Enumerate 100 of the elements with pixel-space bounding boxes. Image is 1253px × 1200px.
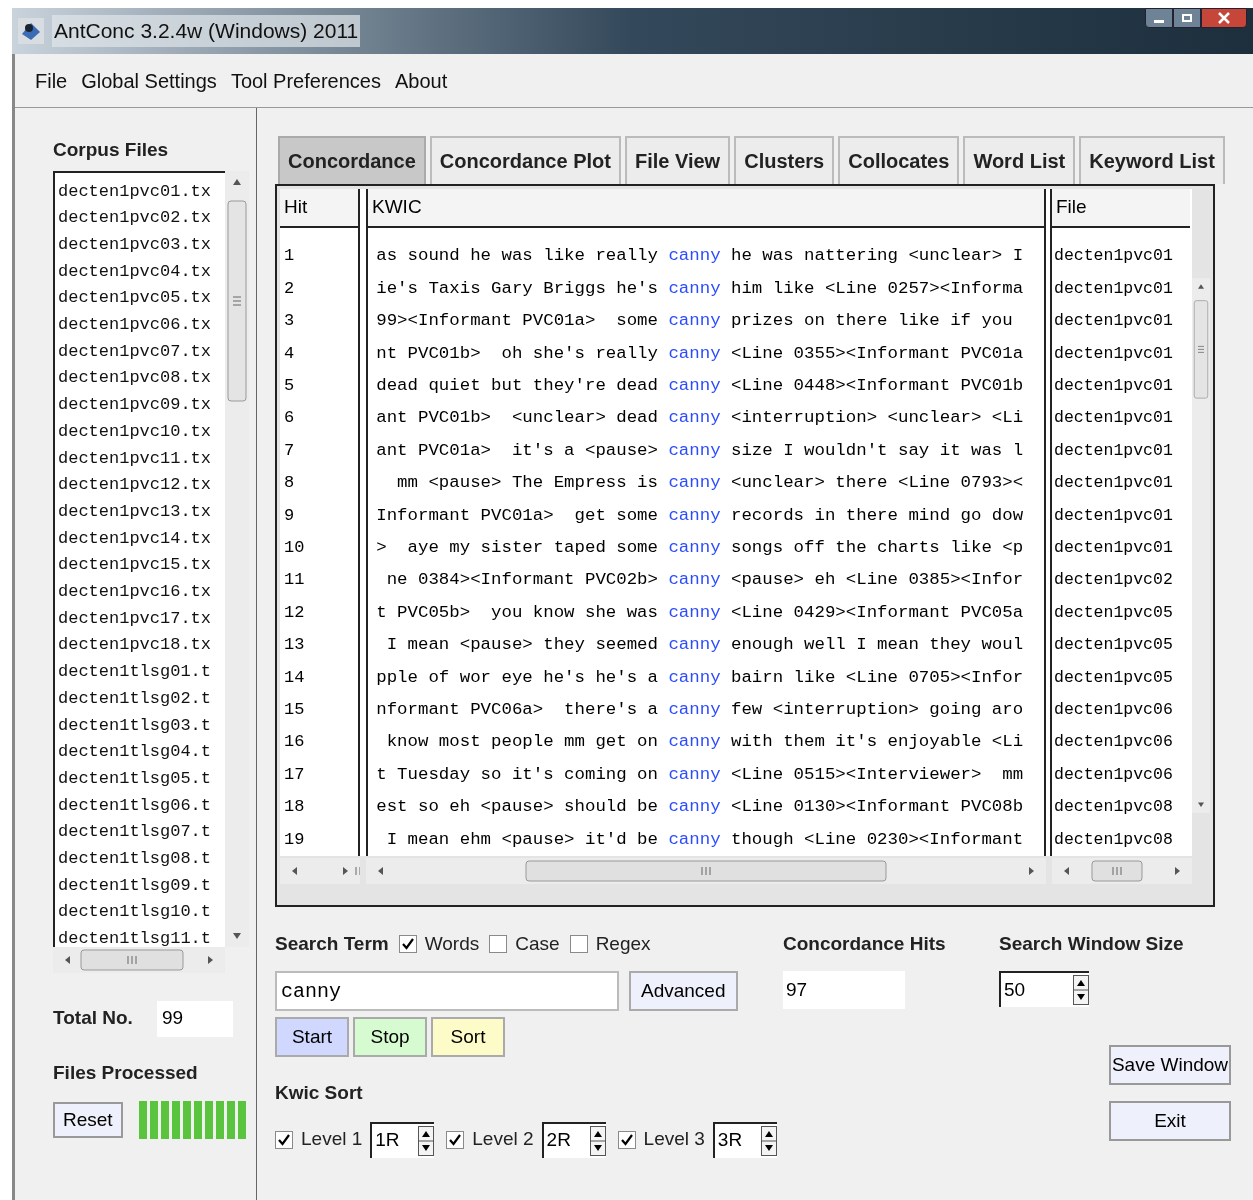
corpus-file-item[interactable]: decten1pvc15.tx: [58, 552, 225, 580]
column-header[interactable]: KWIC: [368, 189, 1044, 229]
corpus-file-item[interactable]: decten1pvc04.tx: [58, 258, 225, 286]
hit-number: 13: [283, 634, 306, 657]
corpus-file-item[interactable]: decten1tlsg10.t: [58, 899, 225, 927]
corpus-file-item[interactable]: decten1pvc11.tx: [58, 445, 225, 473]
corpus-file-item[interactable]: decten1pvc07.tx: [58, 338, 225, 366]
corpus-file-item[interactable]: decten1pvc02.tx: [58, 205, 225, 232]
close-button[interactable]: [1201, 8, 1247, 28]
sort-level-spinner[interactable]: 2R: [541, 1121, 606, 1158]
corpus-file-item[interactable]: decten1pvc16.tx: [58, 579, 225, 606]
corpus-file-item[interactable]: decten1tlsg03.t: [58, 712, 225, 740]
checkbox[interactable]: [489, 935, 508, 953]
menu-item[interactable]: About: [394, 65, 448, 96]
tab[interactable]: Concordance: [278, 136, 426, 184]
corpus-file-item[interactable]: decten1tlsg01.t: [58, 659, 225, 686]
spinner-arrows-icon[interactable]: [589, 1125, 606, 1156]
field-label: Search Window Size: [999, 931, 1185, 956]
left-context: t PVC05b> you know she was: [375, 601, 658, 624]
tab[interactable]: Word List: [963, 136, 1076, 184]
tab[interactable]: Clusters: [734, 136, 835, 184]
checkbox[interactable]: [398, 935, 417, 953]
tab[interactable]: Keyword List: [1079, 136, 1225, 184]
corpus-file-item[interactable]: decten1pvc12.tx: [58, 472, 225, 499]
checkbox[interactable]: [617, 1130, 636, 1149]
tab[interactable]: Collocates: [838, 136, 960, 184]
minimize-button[interactable]: [1145, 8, 1173, 28]
hit-number: 9: [283, 504, 296, 527]
horizontal-scrollbar-icon[interactable]: [280, 858, 360, 884]
checkbox[interactable]: [275, 1130, 293, 1149]
hits-field: 97: [783, 971, 905, 1009]
tab[interactable]: File View: [624, 136, 731, 184]
window-button[interactable]: Save Window: [1109, 1045, 1231, 1085]
corpus-file-item[interactable]: decten1tlsg05.t: [58, 765, 225, 793]
column-header[interactable]: Hit: [280, 189, 358, 229]
checkbox-label: Level 3: [643, 1127, 705, 1152]
corpus-file-item[interactable]: decten1tlsg09.t: [58, 872, 225, 900]
reset-button[interactable]: Reset: [53, 1102, 123, 1138]
corpus-file-item[interactable]: decten1pvc05.tx: [58, 285, 225, 312]
corpus-file-item[interactable]: decten1tlsg11.t: [58, 926, 225, 947]
horizontal-scrollbar-icon[interactable]: [366, 858, 1046, 884]
spinner-arrows-icon[interactable]: [418, 1125, 435, 1156]
sort-level-spinner[interactable]: 1R: [370, 1121, 435, 1158]
right-context: <Line 0130><Informant PVC08b: [730, 796, 1024, 819]
corpus-file-item[interactable]: decten1tlsg02.t: [58, 685, 225, 713]
corpus-file-item[interactable]: decten1pvc01.tx: [58, 178, 225, 206]
node-word: canny: [668, 310, 721, 333]
horizontal-scrollbar-icon[interactable]: [1052, 858, 1192, 884]
corpus-file-item[interactable]: decten1tlsg04.t: [58, 739, 225, 766]
corpus-file-item[interactable]: decten1pvc17.tx: [58, 605, 225, 633]
corpus-file-item[interactable]: decten1pvc03.tx: [58, 231, 225, 259]
corpus-file-item[interactable]: decten1pvc13.tx: [58, 498, 225, 526]
right-context: <interruption> <unclear> <Li: [730, 407, 1024, 430]
node-word: canny: [668, 277, 721, 300]
left-context: I mean ehm <pause> it'd be: [385, 828, 658, 851]
right-context: prizes on there like if you: [730, 310, 1013, 333]
node-word: canny: [668, 439, 721, 462]
corpus-file-item[interactable]: decten1pvc18.tx: [58, 632, 225, 660]
checkbox[interactable]: [569, 935, 588, 953]
corpus-file-item[interactable]: decten1tlsg07.t: [58, 819, 225, 847]
hit-number: 12: [283, 601, 306, 624]
search-field[interactable]: canny: [275, 971, 619, 1011]
corpus-file-item[interactable]: decten1pvc08.tx: [58, 365, 225, 393]
corpus-file-item[interactable]: decten1pvc06.tx: [58, 312, 225, 339]
spinner-arrows-icon[interactable]: [1073, 975, 1089, 1005]
action-button[interactable]: Sort: [431, 1017, 505, 1057]
sort-level-spinner[interactable]: 3R: [712, 1121, 777, 1158]
column-header[interactable]: File: [1052, 189, 1190, 229]
right-context: him like <Line 0257><Informa: [730, 277, 1024, 300]
close-icon: [1218, 12, 1230, 24]
maximize-button[interactable]: [1173, 8, 1201, 28]
file-name: decten1pvc01: [1053, 407, 1174, 430]
tab[interactable]: Concordance Plot: [429, 136, 621, 184]
left-context: nt PVC01b> oh she's really: [375, 342, 658, 365]
hit-number: 15: [283, 698, 306, 721]
checkbox-label: Case: [515, 931, 560, 956]
menu-item[interactable]: Global Settings: [81, 65, 217, 96]
node-word: canny: [668, 666, 721, 689]
corpus-file-item[interactable]: decten1pvc10.tx: [58, 418, 225, 446]
action-button[interactable]: Start: [275, 1017, 349, 1057]
window-button[interactable]: Exit: [1109, 1101, 1231, 1141]
menu-item[interactable]: Tool Preferences: [230, 65, 381, 96]
hit-number: 17: [283, 763, 306, 786]
corpus-file-item[interactable]: decten1tlsg06.t: [58, 792, 225, 820]
check-icon: [401, 938, 414, 950]
file-name: decten1pvc05: [1053, 601, 1174, 624]
menu-item[interactable]: File: [35, 65, 68, 96]
file-name: decten1pvc01: [1053, 342, 1174, 365]
spinner-arrows-icon[interactable]: [760, 1125, 777, 1156]
checkbox[interactable]: [446, 1130, 465, 1149]
checkbox-label: Regex: [595, 931, 651, 956]
window-size-spinner[interactable]: 50: [999, 971, 1089, 1007]
advanced-button[interactable]: Advanced: [629, 971, 738, 1011]
check-icon: [449, 1133, 462, 1146]
action-button[interactable]: Stop: [353, 1017, 427, 1057]
panel-heading: Corpus Files: [53, 138, 170, 162]
corpus-file-item[interactable]: decten1pvc14.tx: [58, 525, 225, 553]
field-label: Search Term: [275, 931, 389, 956]
corpus-file-item[interactable]: decten1pvc09.tx: [58, 392, 225, 419]
corpus-file-item[interactable]: decten1tlsg08.t: [58, 846, 225, 873]
